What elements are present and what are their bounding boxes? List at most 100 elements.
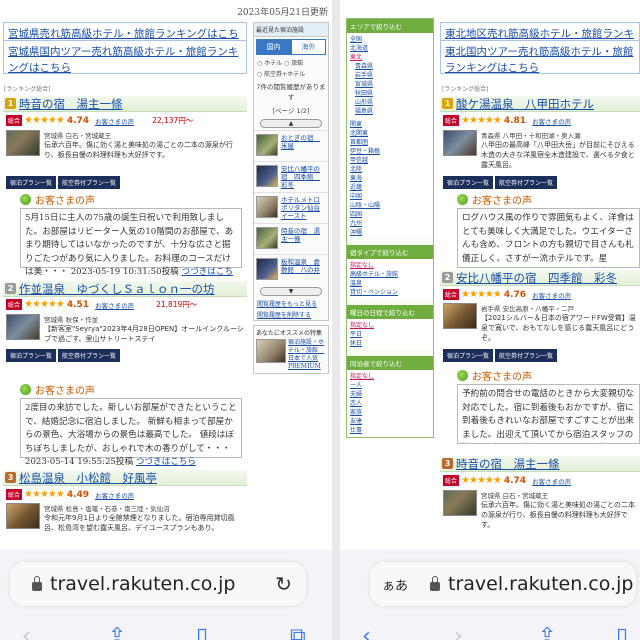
area-option[interactable]: 近畿 (350, 183, 430, 192)
people-option[interactable]: 友達 (350, 417, 430, 426)
radio-air-hotel[interactable]: ○ 航空券+ホテル (254, 68, 328, 79)
back-icon[interactable]: ‹ (362, 626, 371, 640)
area-option[interactable]: 宮城県 (350, 80, 430, 89)
banner-link[interactable]: 東北国内ツアー売れ筋高級ホテル・旅館ランキングはこちら (445, 46, 633, 73)
banner-tour-ranking[interactable]: 宮城県国内ツアー売れ筋高級ホテル・旅館ランキングはこちら (3, 40, 247, 74)
tabs-icon[interactable]: ⧉ (290, 626, 306, 640)
scroll-down-button[interactable]: ▼ (260, 287, 322, 296)
area-option[interactable]: 関東 (350, 120, 430, 129)
hotel-name-link[interactable]: 時音の宿 湯主一條 (456, 456, 560, 472)
type-option[interactable]: 高級ホテル・旅館 (350, 270, 430, 279)
recommend-link[interactable]: 宿泊施設・ホテル・旅館 日本で人気PREMIUM (288, 339, 326, 371)
area-option-selected[interactable]: 東北 (350, 53, 430, 62)
banner-link[interactable]: 宮城県国内ツアー売れ筋高級ホテル・旅館ランキングはこちら (8, 46, 238, 74)
area-option[interactable]: 東海 (350, 174, 430, 183)
recent-item[interactable]: 時音の宿 湯主一條 (254, 223, 328, 254)
recent-item-link[interactable]: 時音の宿 湯主一條 (281, 227, 326, 243)
forward-icon[interactable]: › (454, 626, 463, 640)
air-plan-button[interactable]: 航空券付プラン一覧 (495, 349, 558, 362)
area-option[interactable]: 岩手県 (350, 71, 430, 80)
people-option[interactable]: 夫婦 (350, 390, 430, 399)
recent-item-link[interactable]: 安比八幡平の宿 四季館 彩冬 (281, 165, 326, 189)
hotel-heading[interactable]: 1 時音の宿 湯主一條 (3, 96, 247, 112)
scroll-up-button[interactable]: ▲ (260, 119, 322, 128)
area-option[interactable]: 福島県 (350, 107, 430, 116)
hotel-heading[interactable]: 2 作並温泉 ゆづくしＳａｌｏｎ一の坊 (3, 281, 247, 297)
people-option-selected[interactable]: 指定なし (350, 372, 430, 381)
area-option[interactable]: 九州 (350, 219, 430, 228)
area-option[interactable]: 秋田県 (350, 89, 430, 98)
hotel-name-link[interactable]: 酸ケ湯温泉 八甲田ホテル (456, 96, 594, 112)
hotel-heading[interactable]: 3 松島温泉 小松館 好風亭 (3, 470, 247, 486)
area-option[interactable]: 北海道 (350, 44, 430, 53)
voice-link[interactable]: お客さまの声 (532, 476, 571, 486)
recent-item-link[interactable]: 板和温泉 倉敷館 八の井 (281, 258, 326, 274)
share-icon[interactable]: ⇪ (108, 626, 126, 640)
air-plan-button[interactable]: 航空券付プラン一覧 (495, 176, 558, 189)
back-icon[interactable]: ‹ (22, 626, 31, 640)
read-more-link[interactable]: つづきはこちら (462, 267, 627, 268)
recent-item-link[interactable]: おとぎの宿 米屋 (281, 134, 326, 150)
voice-link[interactable]: お客さまの声 (95, 490, 134, 500)
plan-list-button[interactable]: 宿泊プラン一覧 (443, 349, 494, 362)
share-icon[interactable]: ⇪ (538, 626, 556, 640)
hotel-name-link[interactable]: 松島温泉 小松館 好風亭 (19, 470, 157, 486)
recent-item[interactable]: ホテルメトロポリタン仙台イースト (254, 192, 328, 223)
read-more-link[interactable]: つづきはこちら (136, 457, 196, 467)
address-bar[interactable]: ぁあ travel.rakuten.co.jp (370, 562, 636, 606)
split-divider[interactable] (332, 0, 340, 640)
air-plan-button[interactable]: 航空券付プラン一覧 (58, 176, 121, 189)
voice-link[interactable]: お客さまの声 (532, 290, 571, 300)
day-option[interactable]: 休日 (350, 339, 430, 348)
bookmarks-icon[interactable]: ▯ (616, 626, 628, 640)
hotel-heading[interactable]: 3 時音の宿 湯主一條 (440, 456, 640, 472)
radio-hotel[interactable]: ○ ホテル ○ 旅館 (254, 57, 328, 68)
area-option[interactable]: 四国 (350, 210, 430, 219)
address-bar[interactable]: travel.rakuten.co.jp ↻ (10, 562, 306, 606)
area-option[interactable]: 山形県 (350, 98, 430, 107)
people-option[interactable]: 一人 (350, 381, 430, 390)
hotel-heading[interactable]: 2 安比八幡平の宿 四季館 彩冬 (440, 270, 640, 286)
type-option-selected[interactable]: 指定なし (350, 261, 430, 270)
hotel-photo[interactable] (6, 314, 40, 340)
area-option[interactable]: 青森県 (350, 62, 430, 71)
hotel-photo[interactable] (6, 503, 40, 529)
voice-link[interactable]: お客さまの声 (95, 116, 134, 126)
banner-tour-ranking[interactable]: 東北国内ツアー売れ筋高級ホテル・旅館ランキングはこちら (440, 40, 640, 74)
hotel-heading[interactable]: 1 酸ケ湯温泉 八甲田ホテル (440, 96, 640, 112)
air-plan-button[interactable]: 航空券付プラン一覧 (58, 349, 121, 362)
hotel-name-link[interactable]: 作並温泉 ゆづくしＳａｌｏｎ一の坊 (19, 281, 215, 297)
hotel-photo[interactable] (6, 130, 40, 156)
hotel-name-link[interactable]: 時音の宿 湯主一條 (19, 96, 123, 112)
area-option[interactable]: 甲信越 (350, 156, 430, 165)
hotel-name-link[interactable]: 安比八幡平の宿 四季館 彩冬 (456, 270, 617, 286)
day-option[interactable]: 平日 (350, 330, 430, 339)
people-option[interactable]: 恋人 (350, 399, 430, 408)
recent-item-link[interactable]: ホテルメトロポリタン仙台イースト (281, 196, 326, 220)
feature-thumb[interactable] (256, 339, 286, 363)
plan-list-button[interactable]: 宿泊プラン一覧 (443, 176, 494, 189)
voice-link[interactable]: お客さまの声 (95, 300, 134, 310)
hotel-photo[interactable] (443, 303, 477, 329)
area-option[interactable]: 首都圏 (350, 138, 430, 147)
day-option-selected[interactable]: 指定なし (350, 321, 430, 330)
tab-overseas[interactable]: 海外 (291, 39, 326, 55)
reload-icon[interactable]: ↻ (275, 572, 292, 596)
area-option[interactable]: 中国 (350, 192, 430, 201)
people-option[interactable]: 家族 (350, 408, 430, 417)
tab-domestic[interactable]: 国内 (256, 39, 291, 55)
recent-item[interactable]: 板和温泉 倉敷館 八の井 (254, 254, 328, 285)
hotel-photo[interactable] (443, 130, 477, 156)
plan-list-button[interactable]: 宿泊プラン一覧 (6, 349, 57, 362)
area-option[interactable]: 伊豆・箱根 (350, 147, 430, 156)
banner-hotel-ranking[interactable]: 東北地区売れ筋高級ホテル・旅館ランキングはこちら (440, 22, 640, 42)
delete-history-link[interactable]: 閲覧履歴を削除する (254, 309, 328, 320)
bookmarks-icon[interactable]: ▯ (196, 626, 208, 640)
more-history-link[interactable]: 閲覧履歴をもっと見る (254, 298, 328, 309)
reader-settings-button[interactable]: ぁあ (382, 575, 408, 594)
type-option[interactable]: 温泉 (350, 279, 430, 288)
area-option[interactable]: 北陸 (350, 165, 430, 174)
recent-item[interactable]: おとぎの宿 米屋 (254, 130, 328, 161)
hotel-photo[interactable] (443, 490, 477, 516)
voice-link[interactable]: お客さまの声 (532, 116, 571, 126)
